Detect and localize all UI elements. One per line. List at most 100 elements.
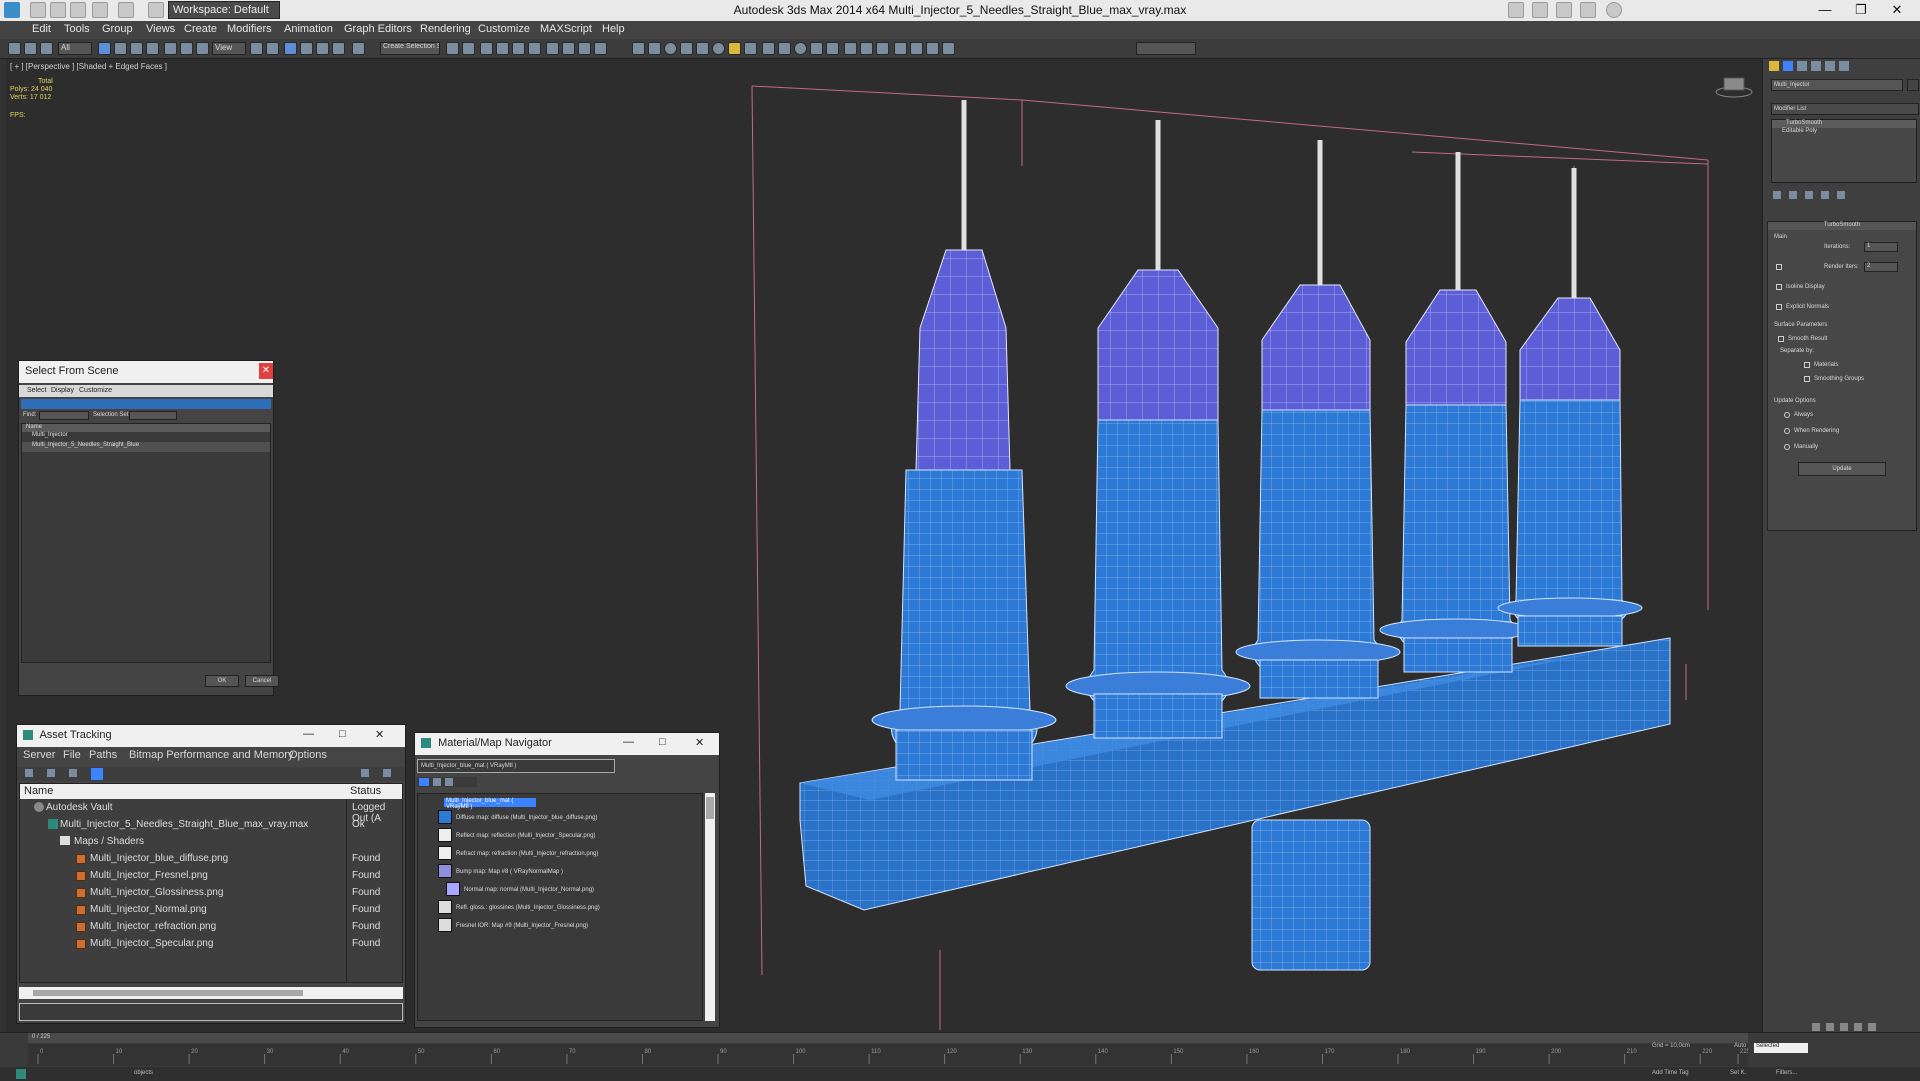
vray-plane-icon[interactable] <box>810 42 823 55</box>
materials-checkbox[interactable] <box>1804 362 1810 368</box>
table-row[interactable]: Autodesk Vault Logged Out (A <box>22 800 400 824</box>
mirror-icon[interactable] <box>446 42 459 55</box>
view-cube[interactable] <box>1715 77 1753 98</box>
table-row[interactable]: Multi_Injector_blue_diffuse.png Found <box>22 851 400 867</box>
view-large-icons-icon[interactable] <box>445 778 453 786</box>
key-filters-button[interactable]: Filters... <box>1776 1070 1797 1076</box>
make-unique-icon[interactable] <box>1805 191 1813 199</box>
play-icon[interactable] <box>1840 1023 1848 1031</box>
maximize-icon[interactable]: □ <box>339 728 346 740</box>
menu-select[interactable]: Select <box>27 387 46 394</box>
select-by-name-icon[interactable] <box>114 42 127 55</box>
sphere-primitive-icon[interactable] <box>664 42 677 55</box>
minimize-icon[interactable]: — <box>623 736 634 748</box>
material-editor-icon[interactable] <box>546 42 559 55</box>
menu-views[interactable]: Views <box>146 23 175 35</box>
vray-material-icon[interactable] <box>860 42 873 55</box>
vray-fur-icon[interactable] <box>826 42 839 55</box>
menu-maxscript[interactable]: MAXScript <box>540 23 592 35</box>
cone-primitive-icon[interactable] <box>696 42 709 55</box>
vray-render-icon[interactable] <box>876 42 889 55</box>
column-name-header[interactable]: Name <box>24 785 53 797</box>
display-tab-icon[interactable] <box>1825 61 1835 71</box>
set-key-label[interactable]: Set K. <box>1730 1070 1746 1076</box>
pin-stack-icon[interactable] <box>1773 191 1781 199</box>
previous-frame-icon[interactable] <box>1826 1023 1834 1031</box>
menu-customize[interactable]: Customize <box>79 387 112 394</box>
cancel-button[interactable]: Cancel <box>245 675 279 687</box>
help-icon[interactable] <box>361 769 369 777</box>
view-list-icon[interactable] <box>419 778 429 786</box>
object-color-swatch[interactable] <box>1907 79 1919 91</box>
smoothing-groups-checkbox[interactable] <box>1804 376 1810 382</box>
ok-button[interactable]: OK <box>205 675 239 687</box>
menu-file[interactable]: File <box>63 749 81 761</box>
go-to-end-icon[interactable] <box>1868 1023 1876 1031</box>
render-setup-icon[interactable] <box>562 42 575 55</box>
search-icon[interactable] <box>1508 2 1524 18</box>
angle-snap-icon[interactable] <box>300 42 313 55</box>
table-row[interactable]: Maps / Shaders <box>22 834 400 850</box>
render-iters-spinner[interactable]: 2 <box>1864 262 1898 272</box>
cylinder-primitive-icon[interactable] <box>680 42 693 55</box>
modifier-stack[interactable]: TurboSmooth Editable Poly <box>1771 119 1917 183</box>
scale-icon[interactable] <box>196 42 209 55</box>
tree-root-item[interactable]: Multi_Injector_blue_mat ( VRayMtl ) <box>444 798 536 810</box>
view-small-icons-icon[interactable] <box>433 778 441 786</box>
pivot-icon[interactable] <box>250 42 263 55</box>
isoline-checkbox[interactable] <box>1776 284 1782 290</box>
update-button[interactable]: Update <box>1798 462 1886 476</box>
close-icon[interactable]: ✕ <box>259 363 273 379</box>
stack-item[interactable]: Editable Poly <box>1772 128 1916 136</box>
menu-help[interactable]: Help <box>602 23 625 35</box>
rollout-title[interactable]: TurboSmooth <box>1768 222 1916 230</box>
column-status-header[interactable]: Status <box>350 785 381 797</box>
tree-item[interactable]: Refract map: refraction (Multi_Injector_… <box>456 851 598 857</box>
vray-lights-lister-icon[interactable] <box>894 42 907 55</box>
vray-scene-convert-icon[interactable] <box>926 42 939 55</box>
table-row[interactable]: Multi_Injector_5_Needles_Straight_Blue_m… <box>22 817 400 833</box>
path-input[interactable] <box>19 1003 403 1021</box>
scrollbar-thumb[interactable] <box>33 990 303 996</box>
menu-bitmap-performance[interactable]: Bitmap Performance and Memory <box>129 749 293 761</box>
bind-space-warp-icon[interactable] <box>40 42 53 55</box>
unlink-icon[interactable] <box>24 42 37 55</box>
iterations-spinner[interactable]: 1 <box>1864 242 1898 252</box>
table-row[interactable]: Multi_Injector_Specular.png Found <box>22 936 400 952</box>
table-row[interactable]: Multi_Injector_Normal.png Found <box>22 902 400 918</box>
move-icon[interactable] <box>164 42 177 55</box>
table-row[interactable]: Multi_Injector_refraction.png Found <box>22 919 400 935</box>
maxscript-listener-icon[interactable] <box>16 1069 26 1079</box>
menu-options[interactable]: Options <box>289 749 327 761</box>
material-name-field[interactable]: Multi_Injector_blue_mat ( VRayMtl ) <box>417 759 615 773</box>
vray-light-icon[interactable] <box>762 42 775 55</box>
find-input[interactable] <box>39 411 89 420</box>
edit-named-selection-icon[interactable] <box>352 42 365 55</box>
star-icon[interactable] <box>1580 2 1596 18</box>
selection-set-dropdown[interactable] <box>129 411 177 420</box>
object-list[interactable]: Name Multi_Injector Multi_Injector_5_Nee… <box>21 423 271 663</box>
rotate-icon[interactable] <box>180 42 193 55</box>
menu-server[interactable]: Server <box>23 749 55 761</box>
show-end-result-icon[interactable] <box>1789 191 1797 199</box>
tree-item[interactable]: Normal map: normal (Multi_Injector_Norma… <box>464 887 594 893</box>
vray-proxy-icon[interactable] <box>778 42 791 55</box>
named-selection-dropdown[interactable]: Create Selection Se <box>380 42 440 55</box>
menu-rendering[interactable]: Rendering <box>420 23 471 35</box>
light-icon[interactable] <box>728 42 741 55</box>
maximize-icon[interactable]: □ <box>659 736 666 748</box>
explicit-normals-checkbox[interactable] <box>1776 304 1782 310</box>
checkout-icon[interactable] <box>47 769 55 777</box>
settings-icon[interactable] <box>383 769 391 777</box>
smooth-result-checkbox[interactable] <box>1778 336 1784 342</box>
key-icon[interactable] <box>1532 2 1548 18</box>
minimize-icon[interactable]: — <box>303 728 314 740</box>
horizontal-scrollbar[interactable] <box>19 987 403 999</box>
menu-modifiers[interactable]: Modifiers <box>227 23 272 35</box>
column-name-header[interactable]: Name <box>22 424 270 432</box>
schematic-view-icon[interactable] <box>528 42 541 55</box>
select-manipulate-icon[interactable] <box>266 42 279 55</box>
perspective-viewport[interactable]: [ + ] [Perspective ] [Shaded + Edged Fac… <box>6 60 1760 1032</box>
utilities-tab-icon[interactable] <box>1839 61 1849 71</box>
list-item[interactable]: Multi_Injector_5_Needles_Straight_Blue <box>22 442 270 452</box>
